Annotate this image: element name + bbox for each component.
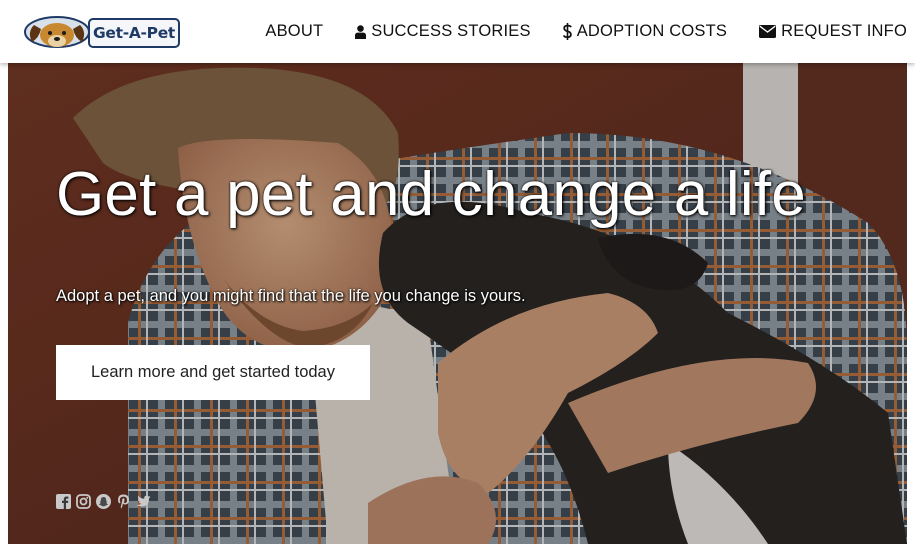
envelope-icon <box>759 25 777 38</box>
nav-request-info-label: REQUEST INFO <box>781 22 907 40</box>
logo-text: Get-A-Pet <box>92 24 176 42</box>
user-icon <box>355 24 367 39</box>
social-links <box>56 494 156 509</box>
nav-adoption-costs-label: ADOPTION COSTS <box>576 22 728 40</box>
nav-success-stories-label: SUCCESS STORIES <box>371 22 531 40</box>
logo[interactable]: Get-A-Pet <box>24 16 180 48</box>
instagram-icon[interactable] <box>76 494 91 509</box>
learn-more-button[interactable]: Learn more and get started today <box>56 345 370 400</box>
nav-request-info[interactable]: REQUEST INFO <box>759 22 907 41</box>
nav-about[interactable]: ABOUT <box>265 22 323 41</box>
nav-about-label: ABOUT <box>265 22 324 40</box>
main-nav: ABOUT SUCCESS STORIES ADOPTION COSTS REQ… <box>233 0 907 63</box>
dog-logo-icon <box>24 16 90 48</box>
logo-box: Get-A-Pet <box>88 18 180 48</box>
twitter-icon[interactable] <box>136 494 151 509</box>
hero-section: Get a pet and change a life Adopt a pet,… <box>8 63 907 544</box>
hero-subtitle: Adopt a pet, and you might find that the… <box>56 287 526 305</box>
page: Get-A-Pet ABOUT SUCCESS STORIES ADOPTION… <box>0 0 915 551</box>
snapchat-icon[interactable] <box>96 494 111 509</box>
nav-adoption-costs[interactable]: ADOPTION COSTS <box>562 22 728 41</box>
site-header: Get-A-Pet ABOUT SUCCESS STORIES ADOPTION… <box>0 0 915 63</box>
dollar-icon <box>562 23 572 40</box>
hero-title: Get a pet and change a life <box>56 160 806 229</box>
nav-success-stories[interactable]: SUCCESS STORIES <box>355 22 531 41</box>
facebook-icon[interactable] <box>56 494 71 509</box>
pinterest-icon[interactable] <box>116 494 131 509</box>
